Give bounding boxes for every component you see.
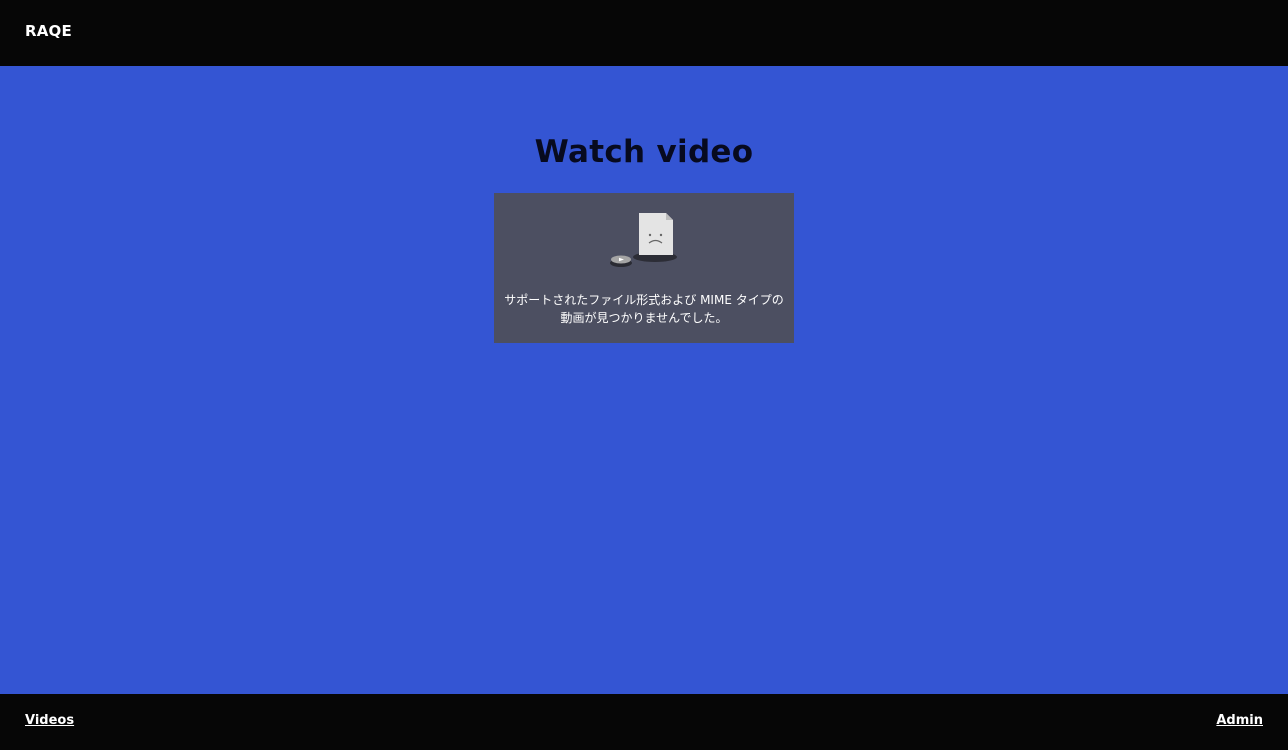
- top-bar: RAQE: [0, 0, 1288, 66]
- footer-videos-link[interactable]: Videos: [25, 713, 74, 728]
- page-title: Watch video: [534, 134, 754, 170]
- footer: Videos Admin: [0, 694, 1288, 750]
- footer-admin-link[interactable]: Admin: [1216, 713, 1263, 728]
- video-player[interactable]: サポートされたファイル形式および MIME タイプの動画が見つかりませんでした。: [494, 193, 794, 343]
- brand-logo[interactable]: RAQE: [25, 22, 72, 40]
- main-content: Watch video サポートされたファイル形式および MIME タイプの動画…: [0, 66, 1288, 694]
- broken-video-file-icon: [610, 213, 677, 267]
- video-error-message: サポートされたファイル形式および MIME タイプの動画が見つかりませんでした。: [504, 293, 784, 325]
